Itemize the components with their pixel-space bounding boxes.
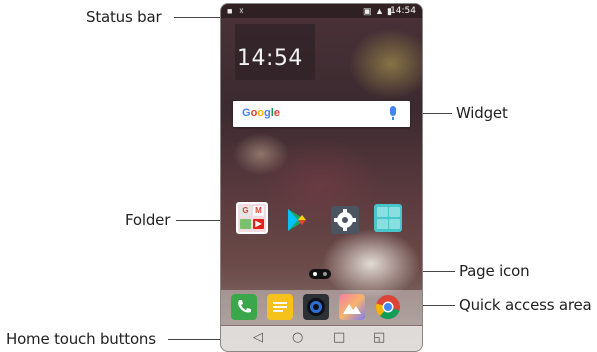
callout-folder: Folder [125,211,171,229]
gallery-icon[interactable] [339,294,365,320]
callout-widget: Widget [456,104,508,122]
callout-quick-access-area: Quick access area [459,296,592,314]
microphone-icon[interactable] [390,106,396,116]
usb-icon: ☓ [239,6,244,16]
play-store-icon[interactable] [282,206,310,234]
apps-mini-3 [377,219,388,229]
google-logo-letter: G [242,107,251,119]
google-logo-letter: e [273,107,280,119]
apps-mini-4 [389,219,400,229]
google-logo: Google [242,107,280,119]
chrome-icon[interactable] [375,294,401,320]
maps-mini-icon [240,219,251,229]
page-dot-active [313,272,317,276]
home-icon[interactable]: ○ [292,331,303,345]
recents-icon[interactable]: □ [333,331,345,345]
signal-icon: ▲ [375,6,384,16]
gmail-mini-icon: G [240,206,251,216]
messages-icon[interactable] [267,294,293,320]
microphone-stem [392,117,394,120]
google-logo-letter: g [264,107,271,119]
apps-folder-icon[interactable] [374,204,402,232]
mail-mini-icon: M [253,206,264,216]
camera-icon[interactable] [303,294,329,320]
home-touch-buttons: ◁ ○ □ ◱ [221,326,422,351]
clock-widget-time: 14:54 [237,46,303,71]
phone-icon[interactable] [231,294,257,320]
page-indicator[interactable] [309,269,331,279]
status-bar-time: 14:54 [390,6,416,16]
callout-page-icon: Page icon [459,262,530,280]
dual-window-icon[interactable]: ◱ [373,331,385,345]
leader-home-touch-buttons [168,339,228,340]
notification-icon: ■ [227,6,233,16]
youtube-mini-icon: ▶ [253,219,264,229]
back-icon[interactable]: ◁ [253,331,263,345]
google-search-widget[interactable]: Google [233,101,410,127]
settings-icon[interactable] [331,206,359,234]
callout-status-bar: Status bar [86,8,162,26]
quick-access-area [221,290,422,325]
page-dot [323,272,327,276]
phone-screen: ■ ☓ ▣ ▲ ▮ 14:54 14:54 Google G M ▶ ◁ ○ □… [220,3,423,352]
apps-mini-1 [377,207,388,217]
status-bar: ■ ☓ ▣ ▲ ▮ 14:54 [221,4,422,18]
apps-mini-2 [389,207,400,217]
callout-home-touch-buttons: Home touch buttons [6,330,156,348]
nfc-icon: ▣ [363,6,372,16]
folder-icon[interactable]: G M ▶ [236,202,268,234]
